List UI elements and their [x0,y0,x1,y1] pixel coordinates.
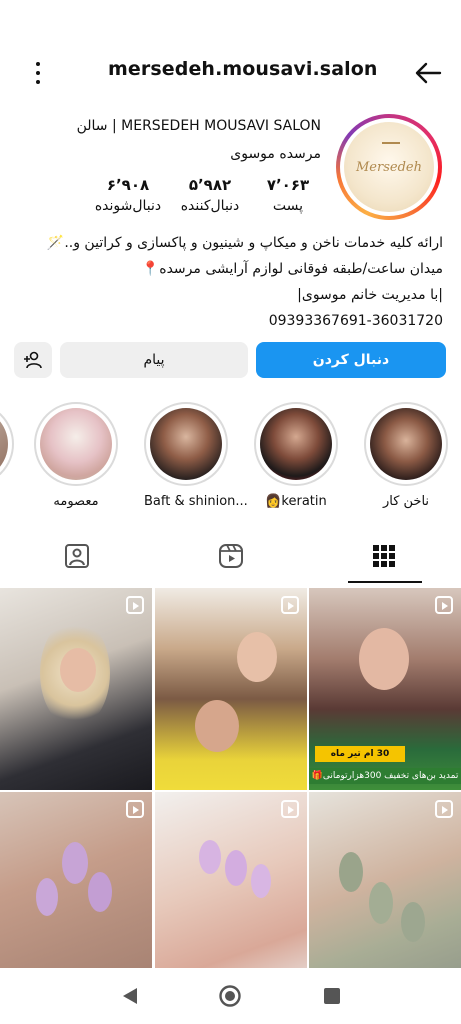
stat-value: ۶٬۹۰۸ [106,176,150,194]
highlight-item[interactable]: معصومه [34,402,118,509]
nav-home-icon[interactable] [218,984,242,1008]
highlight-item[interactable]: Baft & shinion... [144,402,248,509]
add-user-icon [24,351,42,369]
highlight-label: ناخن کار [382,494,430,509]
post-thumbnail[interactable] [0,588,152,790]
post-thumbnail[interactable] [155,792,307,994]
tab-posts-grid[interactable] [307,528,461,584]
reel-icon [126,800,144,818]
follow-button[interactable]: دنبال کردن [256,342,446,378]
promo-banner: تمدید بن‌های تخفیف 300هزارتومانی🎁 [309,768,461,784]
top-app-bar: mersedeh.mousavi.salon [0,44,461,100]
post-thumbnail[interactable] [0,792,152,994]
reel-icon [435,800,453,818]
stat-label: دنبال‌شونده [94,198,162,214]
logo-text: Mersedeh [356,159,422,175]
profile-bio: ارائه کلیه خدمات ناخن و میکاپ و شینیون و… [15,230,443,334]
message-button[interactable]: پیام [60,342,248,378]
highlight-label: معصومه [53,494,99,509]
profile-stats: ۷٬۰۶۳ پست ۵٬۹۸۲ دنبال‌کننده ۶٬۹۰۸ دنبال‌… [93,176,323,220]
salon-logo: Mersedeh [344,122,434,212]
bio-line: ارائه کلیه خدمات ناخن و میکاپ و شینیون و… [46,235,443,251]
highlight-cover [260,408,332,480]
grid-icon [373,545,395,567]
stat-posts[interactable]: ۷٬۰۶۳ پست [253,176,323,214]
post-thumbnail[interactable]: 30 ام تیر ماه تمدید بن‌های تخفیف 300هزار… [309,588,461,790]
profile-display-name-line2: مرسده موسوی [230,146,321,162]
stat-label: پست [272,198,304,214]
tab-reels[interactable] [154,528,308,584]
tab-tagged[interactable] [0,528,154,584]
highlight-label: 👩keratin [265,494,327,509]
highlight-cover [150,408,222,480]
back-arrow-icon[interactable] [413,58,443,88]
highlight-item[interactable]: ناخن کار [364,402,448,509]
suggested-users-button[interactable] [14,342,52,378]
stat-followers[interactable]: ۵٬۹۸۲ دنبال‌کننده [175,176,245,214]
profile-username: mersedeh.mousavi.salon [108,58,378,80]
stat-value: ۷٬۰۶۳ [266,176,310,194]
profile-avatar[interactable]: Mersedeh [336,114,442,220]
post-thumbnail[interactable] [309,792,461,994]
stat-label: دنبال‌کننده [180,198,240,214]
reel-icon [435,596,453,614]
tagged-user-icon [65,544,89,568]
reel-icon [281,596,299,614]
crown-icon [382,134,400,144]
reels-icon [219,544,243,568]
highlight-label: Baft & shinion... [144,494,248,509]
more-options-icon[interactable] [26,58,50,88]
highlight-item[interactable]: 👩keratin [254,402,338,509]
post-thumbnail[interactable] [155,588,307,790]
bio-line: |با مدیریت خانم موسوی| [297,287,443,303]
nav-recents-icon[interactable] [320,984,344,1008]
nav-back-icon[interactable] [118,984,142,1008]
reel-icon [281,800,299,818]
active-tab-indicator [348,581,422,583]
highlight-cover [40,408,112,480]
promo-tag: 30 ام تیر ماه [315,746,405,762]
bio-line: میدان ساعت/طبقه فوقانی لوازم آرایشی مرسد… [141,261,443,277]
stat-value: ۵٬۹۸۲ [188,176,232,194]
bio-phone[interactable]: 09393367691-36031720 [15,308,443,334]
highlight-cover [370,408,442,480]
profile-display-name: MERSEDEH MOUSAVI SALON | سالن [76,118,321,134]
profile-tabs [0,528,461,584]
reel-icon [126,596,144,614]
system-navigation-bar [0,968,461,1024]
stat-following[interactable]: ۶٬۹۰۸ دنبال‌شونده [93,176,163,214]
highlight-partial[interactable] [0,402,14,486]
